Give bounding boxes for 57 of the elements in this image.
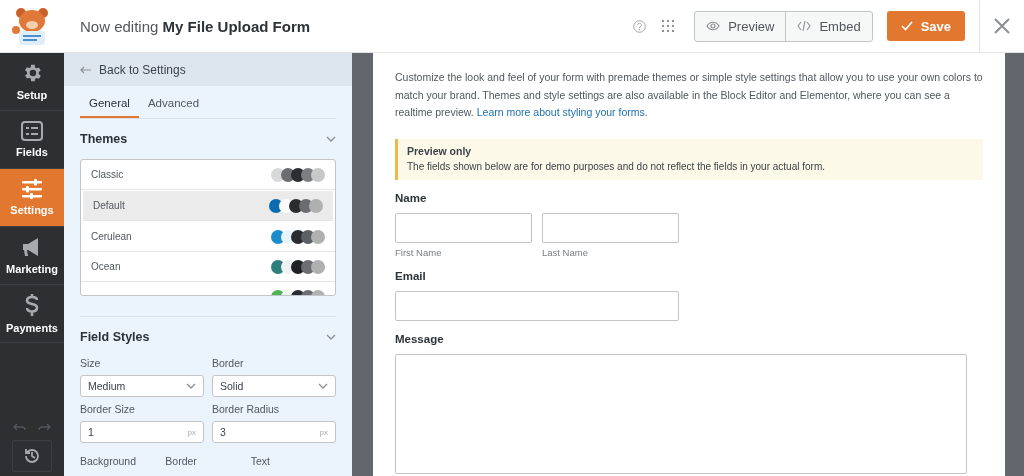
- textarea-field[interactable]: [395, 353, 967, 474]
- sublabel: Last Name: [542, 246, 589, 258]
- text-field[interactable]: [395, 212, 532, 243]
- back-arrow-icon[interactable]: [80, 65, 91, 74]
- sliders-icon: [21, 179, 43, 199]
- dollar-icon: [25, 293, 39, 317]
- notice-text: The fields shown below are for demo purposes and do not reflect the fields in your actual form.: [407, 160, 825, 172]
- intro-paragraph: Customize the look and feel of your form with premade themes or simple style settings that allow you to use your own colors to match your brand. Themes and style settings are also available in the Block Editor and Elementor, where you can see a realtime preview. Learn more about styling your forms.: [395, 70, 983, 120]
- eye-icon: [706, 21, 721, 31]
- undo-redo-icon[interactable]: [13, 422, 51, 432]
- editing-title: Now editing My File Upload Form: [79, 17, 312, 35]
- theme-option[interactable]: Classic: [81, 160, 335, 190]
- field-label: Text: [250, 455, 271, 467]
- field-label: Border: [165, 455, 198, 467]
- field-label: Border Size: [80, 403, 136, 415]
- field-label: Border Radius: [212, 403, 281, 415]
- preview-button[interactable]: Preview: [695, 11, 786, 41]
- nav-label: Payments: [6, 322, 58, 334]
- field-label: Background: [80, 455, 138, 467]
- chevron-down-icon[interactable]: [326, 136, 336, 142]
- theme-option[interactable]: Default: [83, 191, 333, 221]
- chevron-down-icon[interactable]: [326, 334, 336, 340]
- field-label: Name: [395, 191, 428, 204]
- theme-option[interactable]: Ocean: [81, 252, 335, 282]
- chevron-down-icon[interactable]: [318, 383, 328, 389]
- nav-label: Fields: [16, 146, 48, 158]
- notice-title: Preview only: [407, 144, 473, 157]
- embed-button[interactable]: Embed: [785, 11, 872, 41]
- history-icon[interactable]: [23, 447, 41, 465]
- text-field[interactable]: [395, 290, 679, 321]
- nav-label: Settings: [10, 204, 54, 216]
- field-label: Email: [395, 269, 427, 282]
- field-label: Border: [212, 357, 245, 369]
- section-title: Themes: [80, 132, 128, 146]
- field-label: Size: [80, 357, 102, 369]
- sublabel: First Name: [395, 246, 443, 258]
- check-icon: [900, 21, 913, 31]
- close-icon[interactable]: [994, 18, 1010, 34]
- chevron-down-icon[interactable]: [186, 383, 196, 389]
- nav-label: Marketing: [6, 263, 58, 275]
- field-label: Message: [395, 332, 445, 345]
- code-icon: [797, 21, 812, 31]
- theme-option[interactable]: Cerulean: [81, 222, 335, 252]
- list-icon: [21, 121, 43, 141]
- text-field[interactable]: [542, 212, 679, 243]
- select-dropdown[interactable]: Solid: [212, 375, 336, 397]
- styling-link[interactable]: Learn more about styling your forms: [476, 106, 645, 118]
- tab[interactable]: Advanced: [138, 91, 209, 118]
- apps-grid-icon[interactable]: [662, 20, 675, 32]
- nav-label: Setup: [16, 89, 48, 101]
- number-field[interactable]: 1 px: [80, 421, 204, 443]
- section-title: Field Styles: [80, 330, 150, 344]
- tab[interactable]: General: [80, 91, 139, 118]
- help-icon[interactable]: [633, 19, 647, 33]
- number-field[interactable]: 3 px: [212, 421, 336, 443]
- back-link[interactable]: Back to Settings: [99, 62, 186, 77]
- select-dropdown[interactable]: Medium: [80, 375, 204, 397]
